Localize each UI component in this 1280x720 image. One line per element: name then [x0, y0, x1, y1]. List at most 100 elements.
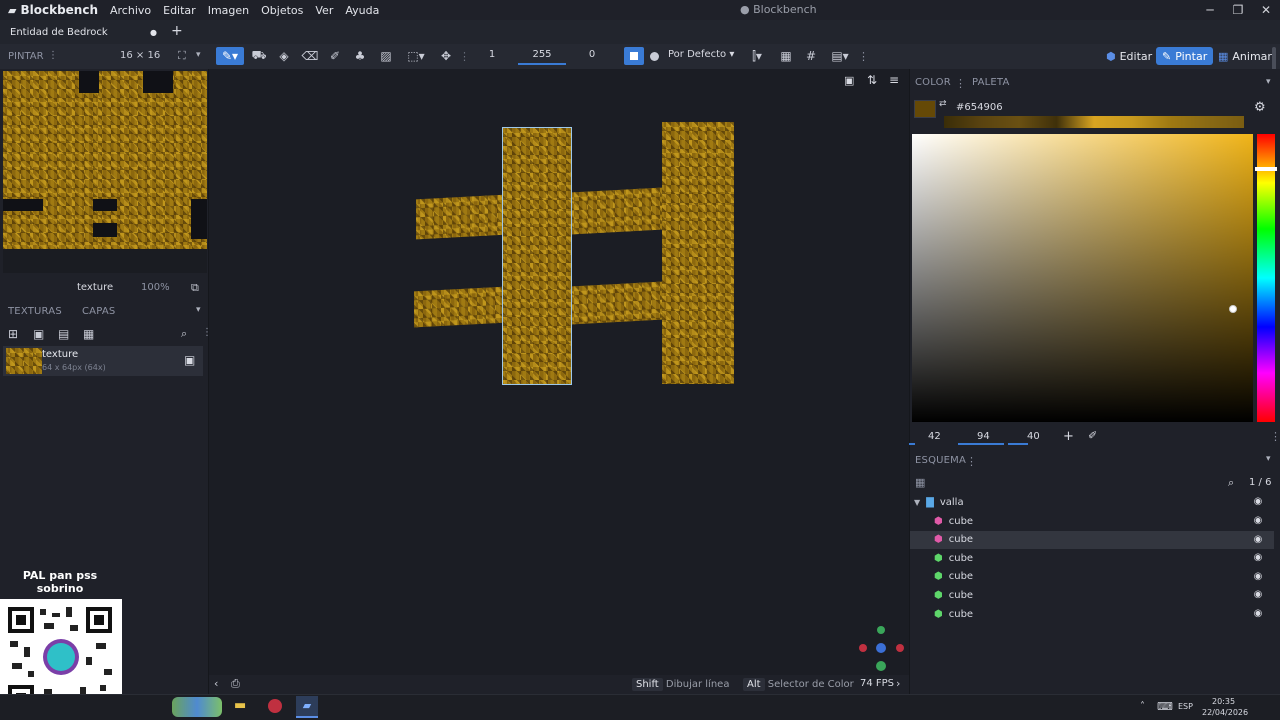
- menu-editar[interactable]: Editar: [163, 4, 196, 17]
- chevron-down-icon[interactable]: ▾: [196, 50, 201, 60]
- outliner-group-valla[interactable]: ▼ ▇ valla ◉: [910, 493, 1274, 511]
- fill-tool-button[interactable]: ⛟: [249, 47, 269, 65]
- outliner-cube-item[interactable]: ⬢ cube ◉: [910, 605, 1274, 623]
- mode-editar-button[interactable]: ⬢ Editar: [1100, 47, 1158, 65]
- panel-menu-icon[interactable]: ⋮: [48, 50, 58, 61]
- outliner-cube-item[interactable]: ⬢ cube ◉: [910, 512, 1274, 530]
- saturation-field[interactable]: 94: [977, 431, 990, 442]
- fullscreen-icon[interactable]: ⛶: [178, 49, 186, 63]
- lock-alpha-button[interactable]: ▦: [776, 47, 796, 65]
- file-explorer-icon[interactable]: ▬: [234, 698, 246, 713]
- menu-ver[interactable]: Ver: [315, 4, 333, 17]
- search-icon[interactable]: ⌕: [181, 327, 187, 341]
- chevron-right-icon[interactable]: ›: [896, 677, 900, 690]
- menu-ayuda[interactable]: Ayuda: [345, 4, 379, 17]
- chevron-down-icon[interactable]: ▾: [1266, 454, 1271, 464]
- chevron-down-icon[interactable]: ▾: [1266, 77, 1271, 87]
- blend-mode-select[interactable]: Por Defecto ▾: [668, 49, 734, 60]
- toolbar-more-icon[interactable]: ⋮: [858, 50, 869, 63]
- settings-gear-icon[interactable]: ⚙: [1254, 100, 1266, 115]
- selection-tool-button[interactable]: ⬚▾: [402, 47, 430, 65]
- eraser-tool-button[interactable]: ⌫: [300, 47, 320, 65]
- fence-post-right[interactable]: [662, 122, 734, 384]
- search-icon[interactable]: ⌕: [1228, 476, 1234, 490]
- recorder-icon[interactable]: [268, 699, 282, 713]
- brush-size-field[interactable]: 1: [468, 49, 516, 60]
- menu-imagen[interactable]: Imagen: [208, 4, 249, 17]
- eye-icon[interactable]: ◉: [1252, 589, 1264, 601]
- uv-texture-canvas[interactable]: [3, 71, 207, 249]
- stamp-tool-button[interactable]: ♣: [350, 47, 370, 65]
- fence-post-left[interactable]: [502, 127, 572, 385]
- eye-icon[interactable]: ◉: [1252, 571, 1264, 583]
- chevron-down-icon[interactable]: ▾: [196, 305, 201, 315]
- tab-color[interactable]: COLOR: [915, 77, 951, 88]
- brush-tool-button[interactable]: ✎▾: [216, 47, 244, 65]
- square-brush-button[interactable]: [624, 47, 644, 65]
- fence-rail-top-right[interactable]: [570, 187, 664, 235]
- save-icon[interactable]: ▣: [184, 353, 195, 367]
- texture-list-item[interactable]: texture 64 x 64px (64x) ▣: [3, 346, 203, 376]
- tab-entidad-de-bedrock[interactable]: Entidad de Bedrock ●: [0, 22, 168, 42]
- color-picker-tool-button[interactable]: ✐: [325, 47, 345, 65]
- menu-icon[interactable]: ≡: [889, 73, 899, 87]
- clock-time[interactable]: 20:35: [1212, 697, 1235, 706]
- chevron-up-icon[interactable]: ˄: [1140, 701, 1145, 712]
- grid-button[interactable]: #: [801, 47, 821, 65]
- mode-pintar-button[interactable]: ✎ Pintar: [1156, 47, 1214, 65]
- tab-paleta[interactable]: PALETA: [972, 77, 1010, 88]
- hex-value[interactable]: #654906: [956, 102, 1003, 113]
- eye-icon[interactable]: ◉: [1252, 552, 1264, 564]
- language-indicator[interactable]: ESP: [1178, 702, 1193, 711]
- hue-slider-handle[interactable]: [1255, 167, 1277, 171]
- outliner-menu-icon[interactable]: ⋮: [966, 455, 977, 468]
- maximize-icon[interactable]: ❐: [1224, 2, 1252, 18]
- round-brush-button[interactable]: [644, 47, 664, 65]
- outliner-cube-item[interactable]: ⬢ cube ◉: [910, 568, 1274, 586]
- fence-rail-bottom-right[interactable]: [570, 281, 664, 325]
- blockbench-taskbar-icon[interactable]: ▰: [296, 696, 318, 718]
- atlas-icon[interactable]: ▦: [83, 327, 94, 341]
- menu-archivo[interactable]: Archivo: [110, 4, 151, 17]
- opacity-field[interactable]: 255: [518, 47, 566, 65]
- eyedropper-icon[interactable]: ✐: [1088, 429, 1097, 442]
- fence-rail-bottom-left[interactable]: [414, 286, 506, 328]
- screenshot-icon[interactable]: ⎙: [231, 677, 240, 691]
- saturation-value-picker[interactable]: [912, 134, 1253, 422]
- recent-colors-strip[interactable]: [944, 116, 1244, 128]
- close-icon[interactable]: ✕: [1252, 2, 1280, 18]
- gradient-tool-button[interactable]: ▨: [376, 47, 396, 65]
- outliner-cube-item[interactable]: ⬢ cube ◉: [910, 530, 1274, 549]
- chevron-down-icon[interactable]: ▼: [914, 498, 920, 507]
- taskbar-weather-app[interactable]: [172, 697, 222, 717]
- image-icon[interactable]: ▣: [844, 74, 854, 87]
- layout-button[interactable]: ▤▾: [827, 47, 853, 65]
- mirror-tool-button[interactable]: ⫿▾: [744, 47, 770, 65]
- axis-gizmo[interactable]: [856, 624, 908, 674]
- hsv-menu-icon[interactable]: ⋮: [1270, 430, 1280, 443]
- outliner-cube-item[interactable]: ⬢ cube ◉: [910, 586, 1274, 604]
- import-texture-icon[interactable]: ▣: [33, 327, 44, 341]
- eye-icon[interactable]: ◉: [1252, 534, 1264, 546]
- outliner-cube-item[interactable]: ⬢ cube ◉: [910, 549, 1274, 567]
- color-menu-icon[interactable]: ⋮: [955, 77, 966, 90]
- fence-rail-top-left[interactable]: [416, 194, 506, 240]
- view-axis-icon[interactable]: ⇅: [867, 73, 877, 87]
- eye-icon[interactable]: ◉: [1252, 515, 1264, 527]
- folder-icon[interactable]: ▤: [58, 327, 69, 341]
- move-tool-button[interactable]: ✥: [436, 47, 456, 65]
- new-tab-button[interactable]: +: [171, 23, 183, 39]
- bucket-tool-button[interactable]: ◈: [274, 47, 294, 65]
- keyboard-icon[interactable]: ⌨: [1157, 700, 1173, 713]
- hue-field[interactable]: 42: [928, 431, 941, 442]
- menu-objetos[interactable]: Objetos: [261, 4, 303, 17]
- add-texture-icon[interactable]: ⊞: [8, 327, 18, 341]
- value-field[interactable]: 40: [1027, 431, 1040, 442]
- minimize-icon[interactable]: ─: [1196, 2, 1224, 18]
- swap-colors-icon[interactable]: ⇄: [939, 99, 947, 109]
- eye-icon[interactable]: ◉: [1252, 608, 1264, 620]
- add-color-icon[interactable]: +: [1063, 429, 1074, 444]
- tab-texturas[interactable]: TEXTURAS: [8, 306, 62, 317]
- add-group-icon[interactable]: ▦: [915, 476, 925, 489]
- color-picker-cursor[interactable]: [1229, 305, 1237, 313]
